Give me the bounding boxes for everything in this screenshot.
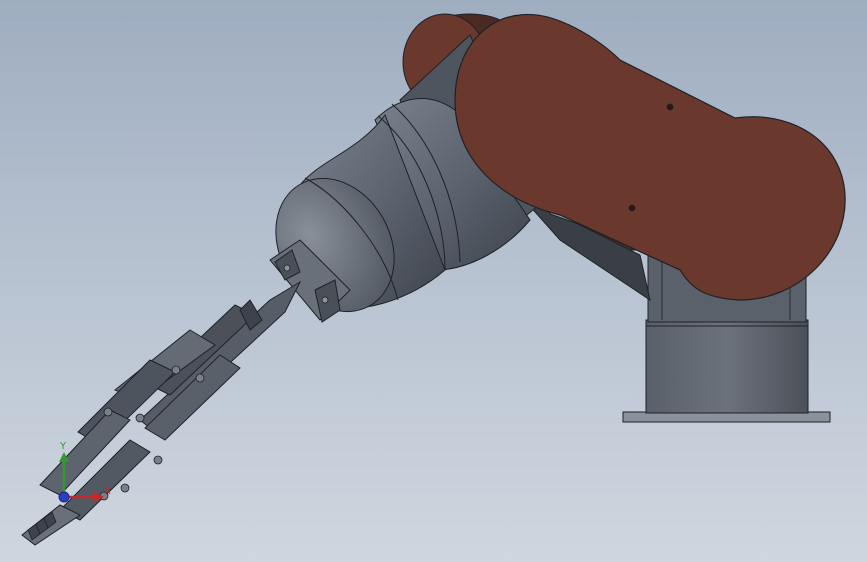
triad-y-label: Y	[59, 441, 67, 452]
triad-x-label: X	[104, 486, 111, 497]
graphics-viewport[interactable]: Y X	[0, 0, 867, 562]
gripper-assembly	[21, 280, 302, 546]
robot-arm-model[interactable]: Y X	[0, 0, 867, 562]
triad-z-axis-icon	[58, 491, 70, 503]
